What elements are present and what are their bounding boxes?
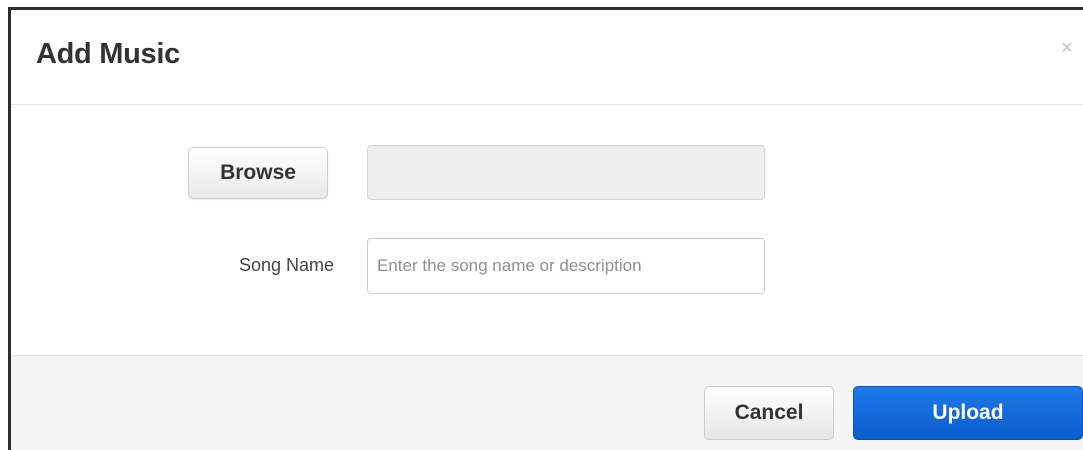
upload-button[interactable]: Upload (853, 386, 1083, 440)
browse-button[interactable]: Browse (188, 147, 328, 199)
dialog-header: Add Music × (11, 10, 1083, 105)
song-name-input[interactable] (367, 238, 765, 294)
cancel-button[interactable]: Cancel (704, 386, 834, 440)
selected-file-field (367, 145, 765, 200)
dialog-body: Browse Song Name (11, 105, 1083, 355)
dialog-footer: Cancel Upload (11, 355, 1083, 450)
song-name-label: Song Name (238, 255, 334, 275)
add-music-dialog: Add Music × Browse Song Name Cancel Uplo… (8, 7, 1083, 450)
close-icon[interactable]: × (1055, 36, 1079, 60)
dialog-title: Add Music (36, 38, 180, 70)
